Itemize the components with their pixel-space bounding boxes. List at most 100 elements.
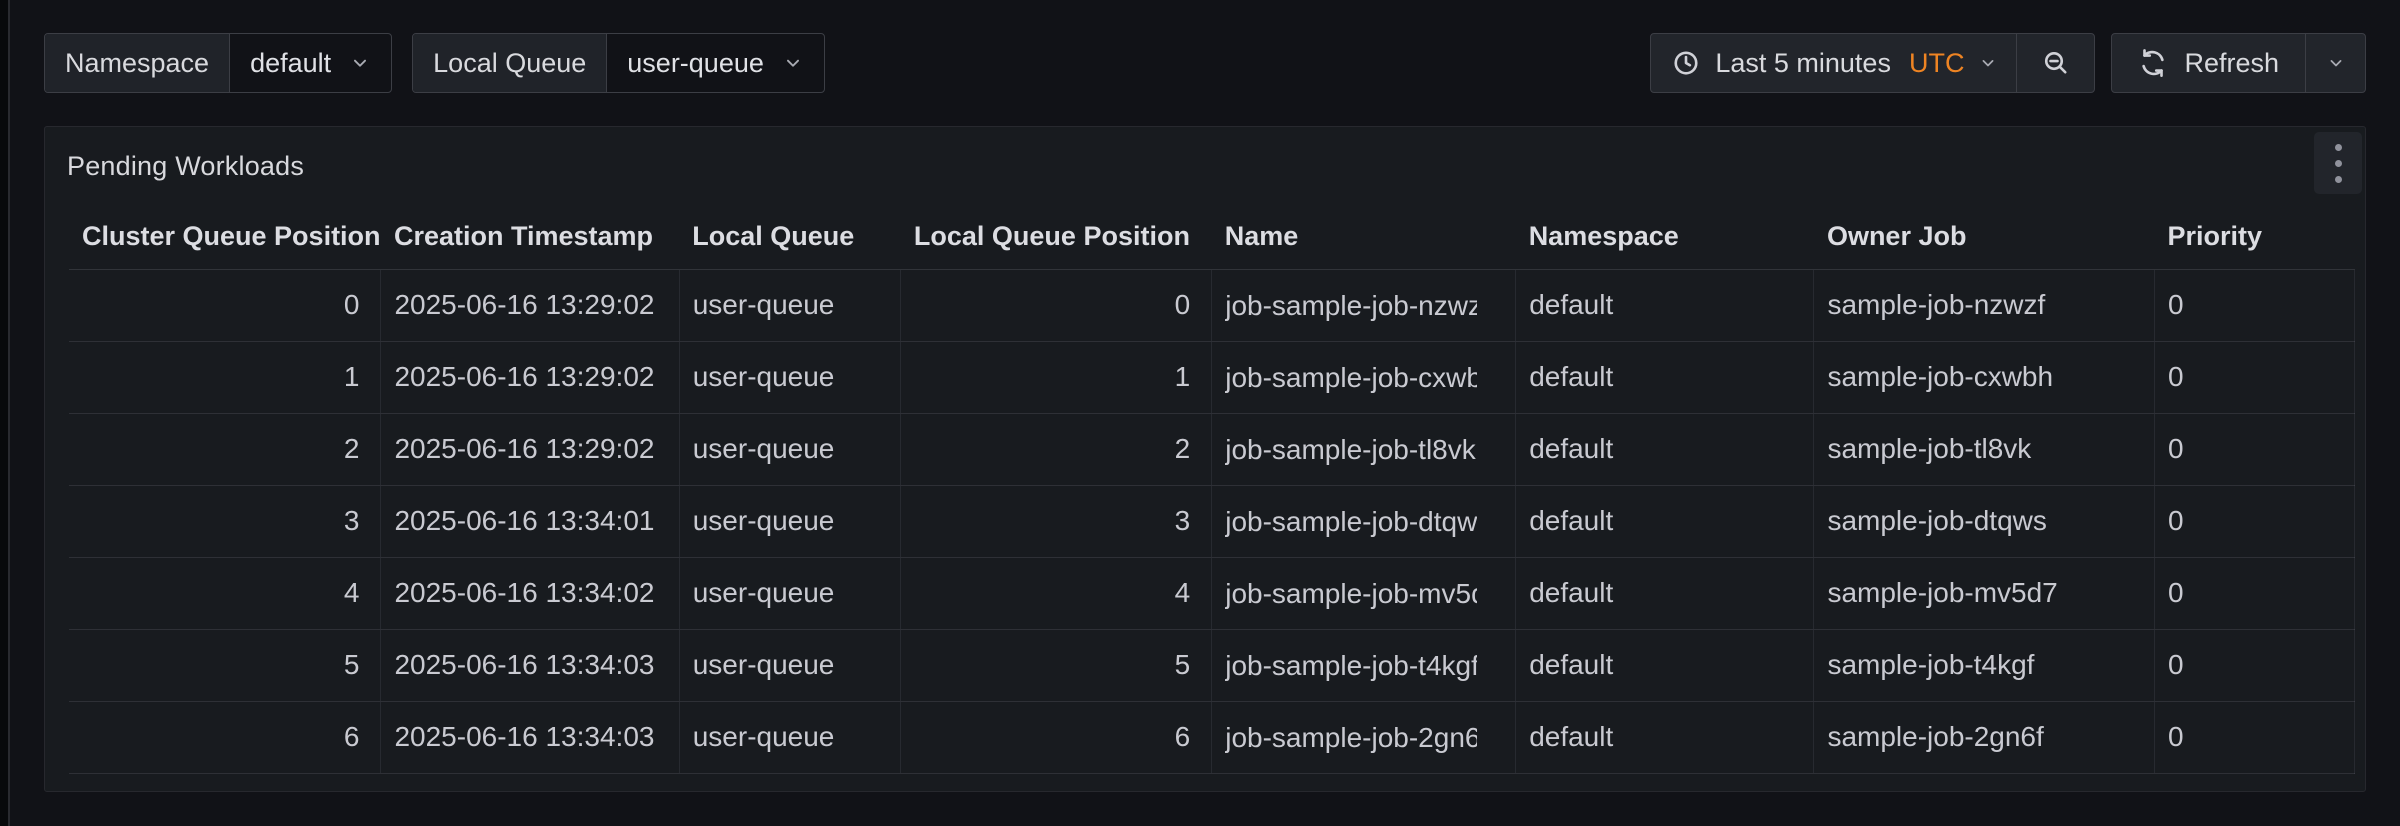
- refresh-interval-dropdown[interactable]: [2305, 34, 2365, 92]
- timezone-badge: UTC: [1909, 48, 1965, 79]
- cell-namespace: default: [1516, 413, 1814, 485]
- cell-namespace: default: [1516, 485, 1814, 557]
- time-zoom-out-button[interactable]: [2016, 34, 2094, 92]
- cell-owner-job: sample-job-dtqws: [1814, 485, 2155, 557]
- cell-cluster-queue-position: 0: [69, 269, 381, 341]
- cell-namespace: default: [1516, 341, 1814, 413]
- cell-cluster-queue-position: 6: [69, 701, 381, 773]
- cell-local-queue: user-queue: [679, 701, 901, 773]
- cell-priority: 0: [2154, 341, 2354, 413]
- time-and-refresh-controls: Last 5 minutes UTC: [1650, 33, 2366, 93]
- cell-cluster-queue-position: 2: [69, 413, 381, 485]
- cell-priority: 0: [2154, 629, 2354, 701]
- cell-name: job-sample-job-2gn6f: [1212, 701, 1516, 773]
- grafana-dashboard: Namespace default Local Queue user-queue: [12, 0, 2400, 826]
- table-row: 12025-06-16 13:29:02user-queue1job-sampl…: [69, 341, 2355, 413]
- cell-creation-timestamp: 2025-06-16 13:34:01: [381, 485, 679, 557]
- cell-local-queue: user-queue: [679, 269, 901, 341]
- cell-creation-timestamp: 2025-06-16 13:29:02: [381, 341, 679, 413]
- cell-creation-timestamp: 2025-06-16 13:34:03: [381, 629, 679, 701]
- cell-namespace: default: [1516, 557, 1814, 629]
- cell-priority: 0: [2154, 485, 2354, 557]
- table-row: 02025-06-16 13:29:02user-queue0job-sampl…: [69, 269, 2355, 341]
- clock-icon: [1671, 48, 1701, 78]
- column-header-priority[interactable]: Priority: [2154, 205, 2354, 269]
- time-picker-group: Last 5 minutes UTC: [1650, 33, 2095, 93]
- table-row: 52025-06-16 13:34:03user-queue5job-sampl…: [69, 629, 2355, 701]
- cell-name: job-sample-job-mv5d7: [1212, 557, 1516, 629]
- pending-workloads-panel: Pending Workloads Cluster Queue Position…: [44, 126, 2366, 792]
- panel-title: Pending Workloads: [67, 151, 304, 182]
- cell-namespace: default: [1516, 701, 1814, 773]
- table-row: 22025-06-16 13:29:02user-queue2job-sampl…: [69, 413, 2355, 485]
- cell-namespace: default: [1516, 629, 1814, 701]
- cell-local-queue: user-queue: [679, 557, 901, 629]
- cell-local-queue-position: 2: [901, 413, 1212, 485]
- column-header-creation-timestamp[interactable]: Creation Timestamp: [381, 205, 679, 269]
- cell-local-queue-position: 1: [901, 341, 1212, 413]
- workloads-table: Cluster Queue PositionCreation Timestamp…: [69, 205, 2355, 774]
- refresh-sync-icon: [2138, 48, 2168, 78]
- variable-local-queue-value-dropdown[interactable]: user-queue: [607, 34, 824, 92]
- chevron-down-icon: [782, 52, 804, 74]
- cell-owner-job: sample-job-cxwbh: [1814, 341, 2155, 413]
- cell-name: job-sample-job-cxwbh: [1212, 341, 1516, 413]
- cell-owner-job: sample-job-tl8vk: [1814, 413, 2155, 485]
- cell-owner-job: sample-job-2gn6f: [1814, 701, 2155, 773]
- table-row: 32025-06-16 13:34:01user-queue3job-sampl…: [69, 485, 2355, 557]
- cell-local-queue: user-queue: [679, 485, 901, 557]
- variable-namespace-value-dropdown[interactable]: default: [230, 34, 391, 92]
- variable-controls: Namespace default Local Queue user-queue: [44, 33, 825, 93]
- variable-local-queue-value: user-queue: [627, 48, 764, 79]
- cell-owner-job: sample-job-nzwzf: [1814, 269, 2155, 341]
- column-header-owner-job[interactable]: Owner Job: [1814, 205, 2155, 269]
- cell-cluster-queue-position: 3: [69, 485, 381, 557]
- cell-name: job-sample-job-tl8vk: [1212, 413, 1516, 485]
- column-header-local-queue-position[interactable]: Local Queue Position: [901, 205, 1212, 269]
- variable-namespace-value: default: [250, 48, 331, 79]
- cell-owner-job: sample-job-mv5d7: [1814, 557, 2155, 629]
- cell-cluster-queue-position: 4: [69, 557, 381, 629]
- cell-namespace: default: [1516, 269, 1814, 341]
- cell-creation-timestamp: 2025-06-16 13:29:02: [381, 269, 679, 341]
- cell-name: job-sample-job-nzwzf: [1212, 269, 1516, 341]
- cell-name: job-sample-job-t4kgf: [1212, 629, 1516, 701]
- refresh-button[interactable]: Refresh: [2112, 34, 2305, 92]
- cell-local-queue: user-queue: [679, 341, 901, 413]
- time-range-label: Last 5 minutes: [1715, 48, 1891, 79]
- cell-local-queue-position: 6: [901, 701, 1212, 773]
- chevron-down-icon: [1978, 53, 1998, 73]
- variable-local-queue: Local Queue user-queue: [412, 33, 825, 93]
- column-header-namespace[interactable]: Namespace: [1516, 205, 1814, 269]
- cell-local-queue: user-queue: [679, 629, 901, 701]
- column-header-local-queue[interactable]: Local Queue: [679, 205, 901, 269]
- cell-priority: 0: [2154, 557, 2354, 629]
- cell-cluster-queue-position: 5: [69, 629, 381, 701]
- cell-local-queue-position: 3: [901, 485, 1212, 557]
- variable-namespace-label: Namespace: [45, 34, 230, 92]
- column-header-name[interactable]: Name: [1212, 205, 1516, 269]
- cell-creation-timestamp: 2025-06-16 13:29:02: [381, 413, 679, 485]
- chevron-down-icon: [349, 52, 371, 74]
- cell-cluster-queue-position: 1: [69, 341, 381, 413]
- kebab-menu-icon: [2335, 144, 2342, 151]
- variable-local-queue-label: Local Queue: [413, 34, 607, 92]
- cell-owner-job: sample-job-t4kgf: [1814, 629, 2155, 701]
- variable-namespace: Namespace default: [44, 33, 392, 93]
- workloads-table-container: Cluster Queue PositionCreation Timestamp…: [45, 205, 2365, 774]
- time-range-picker[interactable]: Last 5 minutes UTC: [1651, 34, 2016, 92]
- table-row: 42025-06-16 13:34:02user-queue4job-sampl…: [69, 557, 2355, 629]
- cell-creation-timestamp: 2025-06-16 13:34:02: [381, 557, 679, 629]
- column-header-cluster-queue-position[interactable]: Cluster Queue Position: [69, 205, 381, 269]
- table-row: 62025-06-16 13:34:03user-queue6job-sampl…: [69, 701, 2355, 773]
- cell-creation-timestamp: 2025-06-16 13:34:03: [381, 701, 679, 773]
- panel-menu-button[interactable]: [2314, 132, 2362, 194]
- cell-local-queue-position: 0: [901, 269, 1212, 341]
- table-header-row: Cluster Queue PositionCreation Timestamp…: [69, 205, 2355, 269]
- magnifier-minus-icon: [2041, 48, 2071, 78]
- window-edge: [0, 0, 10, 826]
- cell-name: job-sample-job-dtqws: [1212, 485, 1516, 557]
- cell-priority: 0: [2154, 701, 2354, 773]
- panel-header: Pending Workloads: [45, 127, 2365, 205]
- refresh-group: Refresh: [2111, 33, 2366, 93]
